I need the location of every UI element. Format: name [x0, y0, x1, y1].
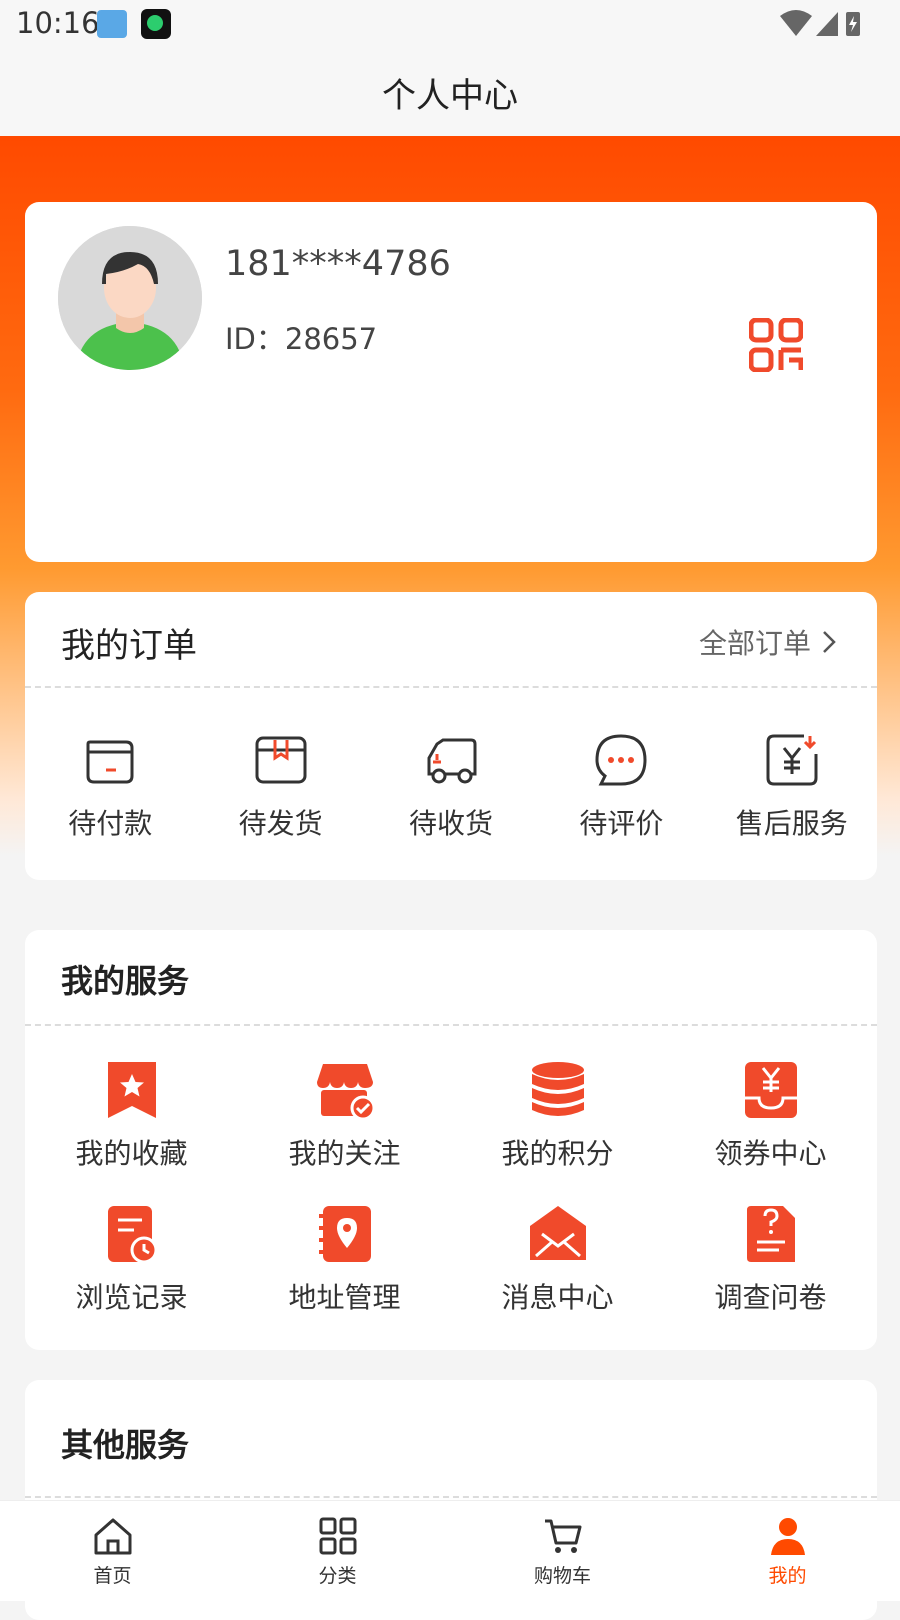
tab-home[interactable]: 首页	[0, 1501, 225, 1601]
order-label: 待发货	[238, 807, 323, 840]
service-survey[interactable]: 调查问卷	[664, 1204, 877, 1348]
user-icon	[770, 1518, 805, 1555]
order-item-pending-receipt[interactable]: 待收货	[366, 732, 536, 842]
bookmark-star-icon	[107, 1062, 156, 1118]
grid-icon	[319, 1517, 356, 1555]
tab-cart[interactable]: 购物车	[450, 1501, 675, 1601]
services-card: 我的服务 我的收藏 我的关注 我的积分 领券中心 浏览记录 地址管理 消息中心 …	[25, 930, 877, 1350]
home-icon	[94, 1518, 131, 1555]
refund-icon	[766, 734, 818, 786]
services-title: 我的服务	[61, 962, 190, 1000]
page-title: 个人中心	[382, 76, 518, 116]
order-label: 待收货	[408, 807, 493, 840]
order-label: 待评价	[579, 807, 664, 840]
chevron-right-icon	[823, 631, 836, 653]
moon-app-icon	[141, 9, 171, 39]
survey-icon	[746, 1206, 795, 1262]
signal-battery-icons	[780, 10, 860, 36]
tab-label: 我的	[768, 1565, 807, 1587]
wallet-icon	[86, 740, 134, 784]
services-grid: 我的收藏 我的关注 我的积分 领券中心 浏览记录 地址管理 消息中心 调查问卷	[25, 1060, 877, 1348]
status-time: 10:16	[16, 6, 100, 40]
package-icon	[255, 736, 307, 784]
order-status-row: 待付款 待发货 待收货 待评价 售后服务	[25, 732, 877, 842]
service-label: 消息中心	[501, 1281, 614, 1314]
address-book-icon	[318, 1206, 371, 1262]
service-coupons[interactable]: 领券中心	[664, 1060, 877, 1204]
coin-stack-icon	[531, 1062, 584, 1116]
service-favorites[interactable]: 我的收藏	[25, 1060, 238, 1204]
service-label: 我的收藏	[75, 1137, 188, 1170]
order-label: 售后服务	[735, 807, 848, 840]
tab-category[interactable]: 分类	[225, 1501, 450, 1601]
service-label: 领券中心	[714, 1137, 827, 1170]
service-history[interactable]: 浏览记录	[25, 1204, 238, 1348]
orders-divider	[25, 686, 877, 688]
service-points[interactable]: 我的积分	[451, 1060, 664, 1204]
tab-label: 首页	[93, 1565, 132, 1587]
coupon-icon	[744, 1062, 797, 1118]
all-orders-label: 全部订单	[698, 627, 811, 660]
all-orders-link[interactable]: 全部订单	[699, 622, 837, 662]
tab-label: 购物车	[533, 1565, 591, 1587]
service-label: 我的积分	[501, 1137, 614, 1170]
order-item-pending-review[interactable]: 待评价	[536, 732, 706, 842]
other-services-title: 其他服务	[61, 1426, 190, 1464]
envelope-icon	[529, 1206, 586, 1260]
profile-card[interactable]: 181****4786 ID：28657	[25, 202, 877, 562]
service-label: 调查问卷	[714, 1281, 827, 1314]
history-doc-icon	[107, 1206, 157, 1264]
orders-card: 我的订单 全部订单 待付款 待发货 待收货 待评价 售后服务	[25, 592, 877, 880]
user-phone: 181****4786	[225, 244, 451, 284]
order-item-pending-payment[interactable]: 待付款	[25, 732, 195, 842]
tab-label: 分类	[318, 1565, 357, 1587]
user-id: ID：28657	[225, 322, 378, 356]
chat-bubble-icon	[595, 734, 647, 786]
service-address[interactable]: 地址管理	[238, 1204, 451, 1348]
avatar[interactable]	[58, 226, 202, 370]
order-label: 待付款	[68, 807, 153, 840]
service-label: 我的关注	[288, 1137, 401, 1170]
truck-icon	[427, 738, 477, 784]
service-label: 浏览记录	[75, 1281, 188, 1314]
title-bar: 个人中心	[0, 50, 900, 136]
service-messages[interactable]: 消息中心	[451, 1204, 664, 1348]
service-label: 地址管理	[288, 1281, 401, 1314]
qr-code-icon[interactable]	[749, 318, 803, 372]
orders-title: 我的订单	[61, 626, 197, 666]
cart-icon	[544, 1519, 581, 1553]
other-divider	[25, 1496, 877, 1498]
app-notification-icon	[97, 10, 127, 38]
tab-mine[interactable]: 我的	[675, 1501, 900, 1601]
order-item-pending-shipment[interactable]: 待发货	[195, 732, 365, 842]
bottom-tab-bar: 首页 分类 购物车 我的	[0, 1500, 900, 1601]
service-follows[interactable]: 我的关注	[238, 1060, 451, 1204]
order-item-after-sales[interactable]: 售后服务	[707, 732, 877, 842]
store-check-icon	[316, 1064, 375, 1120]
status-bar: 10:16	[0, 0, 900, 50]
services-divider	[25, 1024, 877, 1026]
